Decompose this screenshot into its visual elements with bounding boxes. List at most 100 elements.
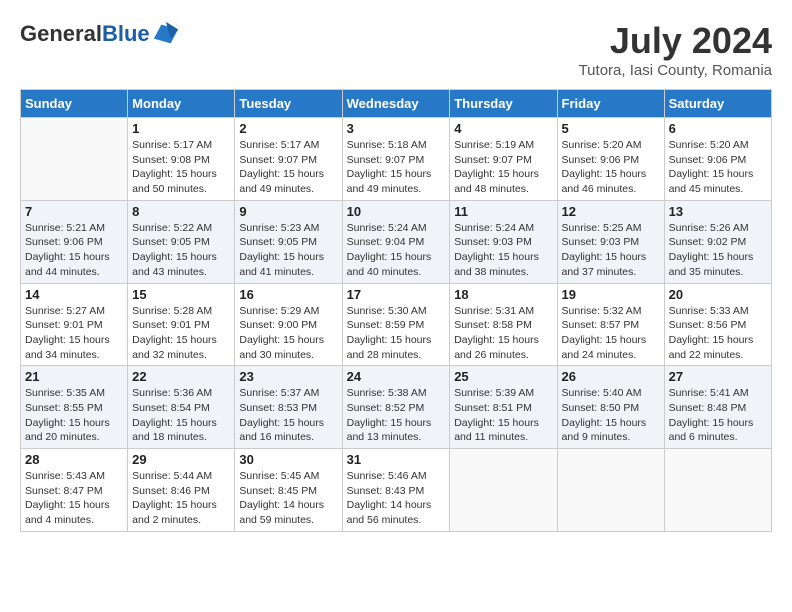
day-number: 6 <box>669 121 767 136</box>
day-info: Sunrise: 5:19 AM Sunset: 9:07 PM Dayligh… <box>454 138 552 197</box>
day-info: Sunrise: 5:23 AM Sunset: 9:05 PM Dayligh… <box>239 221 337 280</box>
table-row: 18 Sunrise: 5:31 AM Sunset: 8:58 PM Dayli… <box>450 283 557 366</box>
table-row: 31 Sunrise: 5:46 AM Sunset: 8:43 PM Dayli… <box>342 449 450 532</box>
day-info: Sunrise: 5:29 AM Sunset: 9:00 PM Dayligh… <box>239 304 337 363</box>
day-info: Sunrise: 5:26 AM Sunset: 9:02 PM Dayligh… <box>669 221 767 280</box>
day-number: 29 <box>132 452 230 467</box>
table-row: 17 Sunrise: 5:30 AM Sunset: 8:59 PM Dayli… <box>342 283 450 366</box>
day-info: Sunrise: 5:37 AM Sunset: 8:53 PM Dayligh… <box>239 386 337 445</box>
day-number: 3 <box>347 121 446 136</box>
day-info: Sunrise: 5:25 AM Sunset: 9:03 PM Dayligh… <box>562 221 660 280</box>
day-info: Sunrise: 5:17 AM Sunset: 9:08 PM Dayligh… <box>132 138 230 197</box>
day-number: 18 <box>454 287 552 302</box>
header: GeneralBlue July 2024 Tutora, Iasi Count… <box>20 20 772 79</box>
location: Tutora, Iasi County, Romania <box>579 62 772 79</box>
day-number: 20 <box>669 287 767 302</box>
day-number: 30 <box>239 452 337 467</box>
day-number: 15 <box>132 287 230 302</box>
logo-blue-text: Blue <box>102 21 150 46</box>
table-row: 16 Sunrise: 5:29 AM Sunset: 9:00 PM Dayli… <box>235 283 342 366</box>
month-year: July 2024 <box>579 20 772 62</box>
day-info: Sunrise: 5:18 AM Sunset: 9:07 PM Dayligh… <box>347 138 446 197</box>
day-info: Sunrise: 5:17 AM Sunset: 9:07 PM Dayligh… <box>239 138 337 197</box>
header-monday: Monday <box>128 90 235 118</box>
table-row: 13Sunrise: 5:26 AM Sunset: 9:02 PM Dayli… <box>664 200 771 283</box>
header-sunday: Sunday <box>21 90 128 118</box>
day-number: 12 <box>562 204 660 219</box>
day-info: Sunrise: 5:35 AM Sunset: 8:55 PM Dayligh… <box>25 386 123 445</box>
day-number: 5 <box>562 121 660 136</box>
day-info: Sunrise: 5:20 AM Sunset: 9:06 PM Dayligh… <box>562 138 660 197</box>
day-number: 8 <box>132 204 230 219</box>
day-info: Sunrise: 5:41 AM Sunset: 8:48 PM Dayligh… <box>669 386 767 445</box>
day-number: 4 <box>454 121 552 136</box>
day-info: Sunrise: 5:33 AM Sunset: 8:56 PM Dayligh… <box>669 304 767 363</box>
calendar-week-row: 14Sunrise: 5:27 AM Sunset: 9:01 PM Dayli… <box>21 283 772 366</box>
calendar-week-row: 1 Sunrise: 5:17 AM Sunset: 9:08 PM Daylig… <box>21 118 772 201</box>
day-number: 16 <box>239 287 337 302</box>
header-tuesday: Tuesday <box>235 90 342 118</box>
day-number: 9 <box>239 204 337 219</box>
day-number: 27 <box>669 369 767 384</box>
table-row: 23 Sunrise: 5:37 AM Sunset: 8:53 PM Dayli… <box>235 366 342 449</box>
table-row: 10Sunrise: 5:24 AM Sunset: 9:04 PM Dayli… <box>342 200 450 283</box>
table-row: 12 Sunrise: 5:25 AM Sunset: 9:03 PM Dayli… <box>557 200 664 283</box>
table-row: 8Sunrise: 5:22 AM Sunset: 9:05 PM Daylig… <box>128 200 235 283</box>
day-number: 23 <box>239 369 337 384</box>
day-number: 2 <box>239 121 337 136</box>
calendar-table: Sunday Monday Tuesday Wednesday Thursday… <box>20 89 772 532</box>
table-row: 7 Sunrise: 5:21 AM Sunset: 9:06 PM Daylig… <box>21 200 128 283</box>
table-row <box>557 449 664 532</box>
calendar-header-row: Sunday Monday Tuesday Wednesday Thursday… <box>21 90 772 118</box>
table-row: 11Sunrise: 5:24 AM Sunset: 9:03 PM Dayli… <box>450 200 557 283</box>
table-row: 5 Sunrise: 5:20 AM Sunset: 9:06 PM Daylig… <box>557 118 664 201</box>
day-number: 7 <box>25 204 123 219</box>
day-number: 31 <box>347 452 446 467</box>
header-wednesday: Wednesday <box>342 90 450 118</box>
table-row: 3 Sunrise: 5:18 AM Sunset: 9:07 PM Daylig… <box>342 118 450 201</box>
day-info: Sunrise: 5:21 AM Sunset: 9:06 PM Dayligh… <box>25 221 123 280</box>
day-info: Sunrise: 5:30 AM Sunset: 8:59 PM Dayligh… <box>347 304 446 363</box>
day-number: 26 <box>562 369 660 384</box>
day-info: Sunrise: 5:46 AM Sunset: 8:43 PM Dayligh… <box>347 469 446 528</box>
table-row: 25Sunrise: 5:39 AM Sunset: 8:51 PM Dayli… <box>450 366 557 449</box>
table-row: 22 Sunrise: 5:36 AM Sunset: 8:54 PM Dayli… <box>128 366 235 449</box>
header-saturday: Saturday <box>664 90 771 118</box>
day-number: 10 <box>347 204 446 219</box>
day-info: Sunrise: 5:27 AM Sunset: 9:01 PM Dayligh… <box>25 304 123 363</box>
table-row: 21Sunrise: 5:35 AM Sunset: 8:55 PM Dayli… <box>21 366 128 449</box>
table-row: 1 Sunrise: 5:17 AM Sunset: 9:08 PM Daylig… <box>128 118 235 201</box>
table-row: 19 Sunrise: 5:32 AM Sunset: 8:57 PM Dayli… <box>557 283 664 366</box>
calendar-week-row: 21Sunrise: 5:35 AM Sunset: 8:55 PM Dayli… <box>21 366 772 449</box>
table-row: 24Sunrise: 5:38 AM Sunset: 8:52 PM Dayli… <box>342 366 450 449</box>
title-area: July 2024 Tutora, Iasi County, Romania <box>579 20 772 79</box>
day-info: Sunrise: 5:31 AM Sunset: 8:58 PM Dayligh… <box>454 304 552 363</box>
table-row: 20 Sunrise: 5:33 AM Sunset: 8:56 PM Dayli… <box>664 283 771 366</box>
day-info: Sunrise: 5:45 AM Sunset: 8:45 PM Dayligh… <box>239 469 337 528</box>
day-info: Sunrise: 5:38 AM Sunset: 8:52 PM Dayligh… <box>347 386 446 445</box>
day-info: Sunrise: 5:28 AM Sunset: 9:01 PM Dayligh… <box>132 304 230 363</box>
table-row: 9 Sunrise: 5:23 AM Sunset: 9:05 PM Daylig… <box>235 200 342 283</box>
table-row: 2 Sunrise: 5:17 AM Sunset: 9:07 PM Daylig… <box>235 118 342 201</box>
day-number: 22 <box>132 369 230 384</box>
table-row: 4 Sunrise: 5:19 AM Sunset: 9:07 PM Daylig… <box>450 118 557 201</box>
day-number: 19 <box>562 287 660 302</box>
table-row: 30 Sunrise: 5:45 AM Sunset: 8:45 PM Dayli… <box>235 449 342 532</box>
day-info: Sunrise: 5:20 AM Sunset: 9:06 PM Dayligh… <box>669 138 767 197</box>
day-info: Sunrise: 5:32 AM Sunset: 8:57 PM Dayligh… <box>562 304 660 363</box>
day-info: Sunrise: 5:44 AM Sunset: 8:46 PM Dayligh… <box>132 469 230 528</box>
logo: GeneralBlue <box>20 20 180 48</box>
header-friday: Friday <box>557 90 664 118</box>
day-number: 17 <box>347 287 446 302</box>
calendar-week-row: 7 Sunrise: 5:21 AM Sunset: 9:06 PM Daylig… <box>21 200 772 283</box>
day-info: Sunrise: 5:39 AM Sunset: 8:51 PM Dayligh… <box>454 386 552 445</box>
logo-icon <box>152 20 180 48</box>
day-info: Sunrise: 5:40 AM Sunset: 8:50 PM Dayligh… <box>562 386 660 445</box>
table-row: 26 Sunrise: 5:40 AM Sunset: 8:50 PM Dayli… <box>557 366 664 449</box>
header-thursday: Thursday <box>450 90 557 118</box>
table-row: 27 Sunrise: 5:41 AM Sunset: 8:48 PM Dayli… <box>664 366 771 449</box>
table-row <box>664 449 771 532</box>
table-row: 14Sunrise: 5:27 AM Sunset: 9:01 PM Dayli… <box>21 283 128 366</box>
day-info: Sunrise: 5:36 AM Sunset: 8:54 PM Dayligh… <box>132 386 230 445</box>
day-number: 1 <box>132 121 230 136</box>
